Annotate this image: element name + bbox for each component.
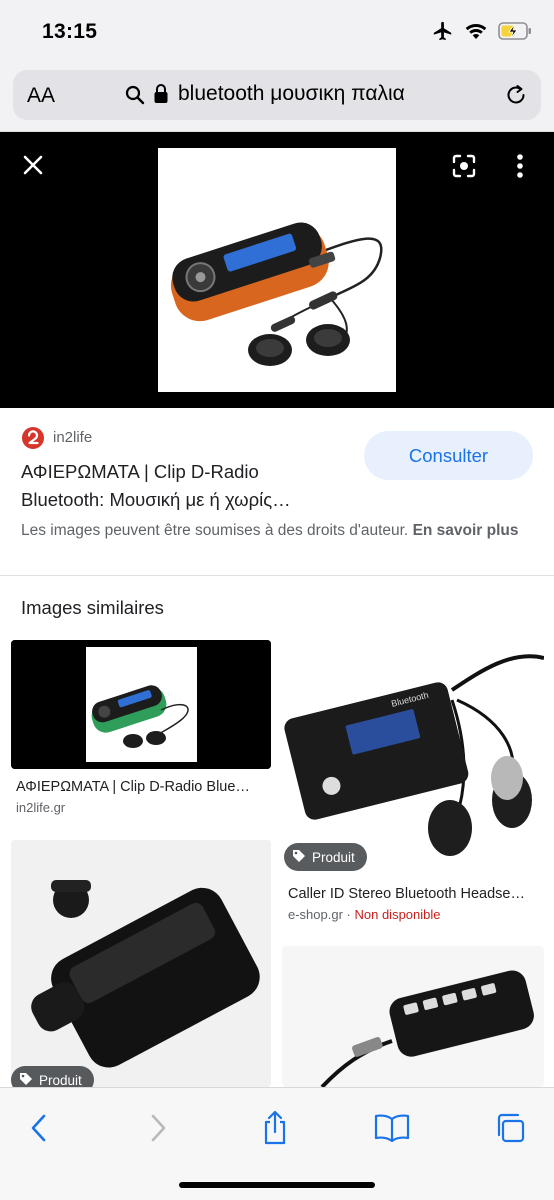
- tag-icon: [19, 1072, 33, 1089]
- similar-title-2[interactable]: Caller ID Stereo Bluetooth Headse…: [288, 886, 542, 902]
- similar-card-1[interactable]: ΑΦΙΕΡΩΜΑΤΑ | Clip D-Radio Blue… in2life.…: [11, 640, 271, 820]
- similar-card-2[interactable]: Bluetooth Produit Caller ID Stereo Bluet…: [282, 640, 544, 925]
- tag-icon: [292, 849, 306, 866]
- source-name[interactable]: in2life: [53, 429, 92, 446]
- learn-more-link[interactable]: En savoir plus: [413, 522, 519, 539]
- availability-status: Non disponible: [354, 907, 441, 922]
- similar-source-2: e-shop.gr · Non disponible: [288, 907, 441, 922]
- similar-source-2-name: e-shop.gr: [288, 907, 343, 922]
- lock-icon: [153, 83, 169, 110]
- product-badge-label-2: Produit: [39, 1072, 82, 1088]
- search-icon: [125, 85, 145, 110]
- url-text[interactable]: bluetooth μουσικη παλια: [178, 82, 405, 106]
- similar-card-3[interactable]: Produit: [11, 840, 271, 1094]
- similar-card-4[interactable]: [282, 946, 544, 1087]
- similar-thumb-2[interactable]: Bluetooth: [282, 640, 544, 876]
- product-badge-1: Produit: [284, 843, 367, 871]
- product-badge-label-1: Produit: [312, 849, 355, 865]
- lens-icon[interactable]: [448, 150, 480, 182]
- visit-button[interactable]: Consulter: [364, 431, 533, 480]
- battery-charging-icon: [498, 21, 532, 46]
- tabs-icon[interactable]: [488, 1108, 532, 1148]
- airplane-icon: [432, 20, 454, 47]
- similar-source-1: in2life.gr: [16, 800, 66, 815]
- share-icon[interactable]: [253, 1108, 297, 1148]
- status-icons: [432, 20, 532, 47]
- similar-thumb-4[interactable]: [282, 946, 544, 1087]
- result-info: in2life ΑΦΙΕΡΩΜΑΤΑ | Clip D-Radio Blueto…: [0, 408, 554, 576]
- image-viewer: [0, 132, 554, 408]
- similar-images-heading: Images similaires: [21, 597, 164, 618]
- url-field[interactable]: AA bluetooth μουσικη παλια: [13, 70, 541, 120]
- forward-icon[interactable]: [136, 1108, 180, 1148]
- copyright-text: Les images peuvent être soumises à des d…: [21, 522, 409, 539]
- status-time: 13:15: [42, 20, 98, 43]
- main-image[interactable]: [158, 148, 396, 392]
- similar-title-1[interactable]: ΑΦΙΕΡΩΜΑΤΑ | Clip D-Radio Blue…: [16, 779, 268, 795]
- source-separator: ·: [342, 907, 355, 922]
- home-indicator: [179, 1182, 375, 1188]
- source-logo-icon: [21, 426, 45, 450]
- bookmarks-icon[interactable]: [370, 1108, 414, 1148]
- copyright-notice: Les images peuvent être soumises à des d…: [21, 520, 536, 542]
- similar-thumb-1[interactable]: [11, 640, 271, 769]
- result-title[interactable]: ΑΦΙΕΡΩΜΑΤΑ | Clip D-Radio Bluetooth: Μου…: [21, 458, 341, 514]
- back-icon[interactable]: [17, 1108, 61, 1148]
- status-bar: 13:15: [0, 0, 554, 62]
- more-vert-icon[interactable]: [508, 150, 532, 182]
- close-icon[interactable]: [18, 150, 48, 180]
- text-size-button[interactable]: AA: [27, 84, 55, 108]
- similar-thumb-3[interactable]: [11, 840, 271, 1087]
- browser-address-bar: AA bluetooth μουσικη παλια: [0, 62, 554, 132]
- wifi-icon: [464, 21, 488, 46]
- reload-icon[interactable]: [503, 82, 529, 113]
